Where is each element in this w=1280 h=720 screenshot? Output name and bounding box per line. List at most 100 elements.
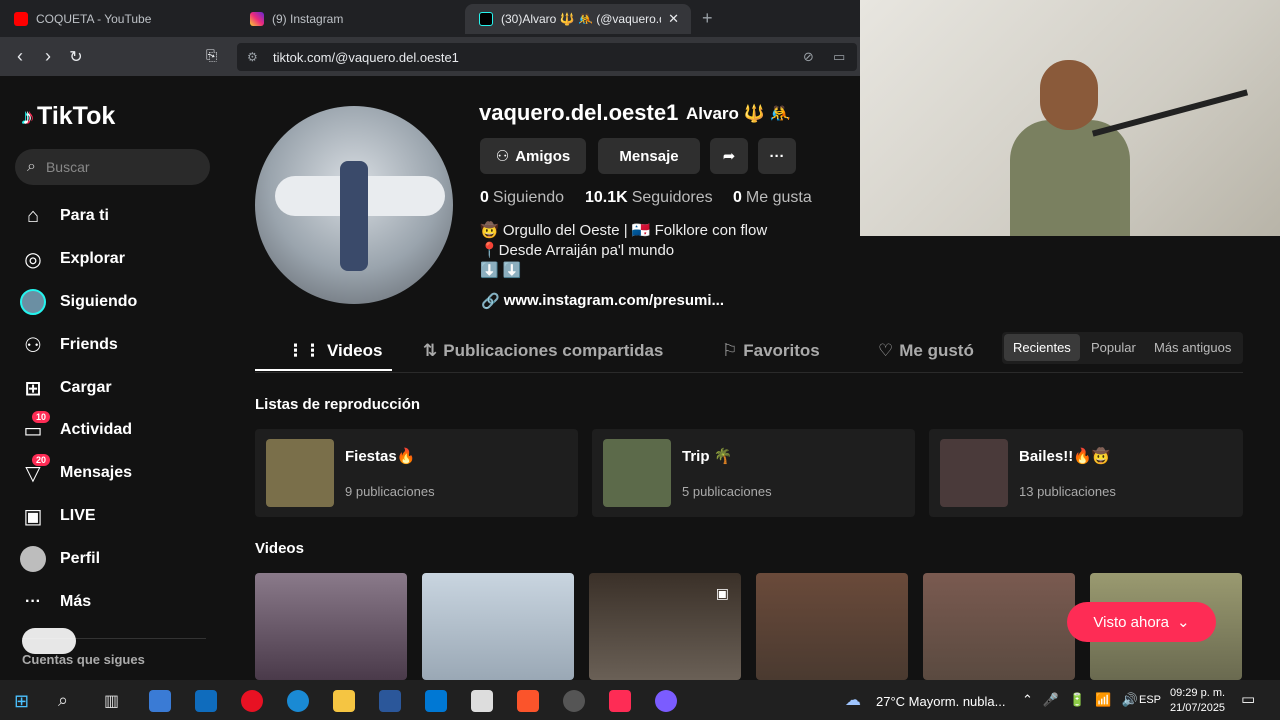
sidebar-item-label: Explorar — [60, 250, 125, 267]
obs-icon[interactable] — [563, 690, 585, 712]
activity-icon: ▭ 10 — [20, 411, 51, 443]
notifications-icon[interactable]: ▭ — [1241, 690, 1255, 708]
store-icon[interactable] — [149, 690, 171, 712]
url-text: tiktok.com/@vaquero.del.oeste1 — [273, 49, 459, 65]
tab-publicaciones-compartidas[interactable]: ⇅ Publicaciones compartidas — [423, 341, 663, 361]
sidebar-item-mensajes[interactable]: ▽ 20 Mensajes — [20, 454, 132, 486]
live-icon: ▣ — [23, 505, 43, 528]
link-text: www.instagram.com/presumi... — [503, 292, 725, 309]
sidebar-item-live[interactable]: ▣ LIVE — [20, 503, 96, 529]
sort-recientes[interactable]: Recientes — [1004, 334, 1080, 361]
video-thumbnail[interactable] — [923, 573, 1075, 680]
video-thumbnail[interactable] — [422, 573, 574, 680]
share-button[interactable]: ➦ — [710, 138, 748, 174]
brave-icon[interactable] — [517, 690, 539, 712]
followers-stat[interactable]: 10.1K Seguidores — [585, 189, 713, 207]
following-count: 0 — [480, 189, 489, 206]
following-label: Siguiendo — [492, 189, 565, 206]
playlist-card[interactable]: Fiestas🔥 9 publicaciones — [255, 429, 578, 517]
language-indicator[interactable]: ESP — [1139, 694, 1161, 706]
bio-line: ⬇️ ⬇️ — [480, 262, 522, 279]
liked-icon: ♡ — [878, 341, 894, 360]
search-icon[interactable]: ⌕ — [58, 690, 68, 711]
edge-icon[interactable] — [287, 690, 309, 712]
weather-text[interactable]: 27°C Mayorm. nubla... — [876, 694, 1005, 709]
webcam-overlay — [860, 0, 1280, 236]
link-icon: 🔗 — [481, 293, 500, 310]
tabs-divider — [255, 372, 1243, 373]
message-button[interactable]: Mensaje — [598, 138, 700, 174]
tab-tiktok[interactable]: (30)Alvaro 🔱 🤼 (@vaquero.del. ✕ — [465, 4, 691, 34]
playlist-card[interactable]: Bailes!!🔥🤠 13 publicaciones — [929, 429, 1243, 517]
tab-favoritos[interactable]: ⚐ Favoritos — [722, 341, 820, 361]
message-label: Mensaje — [619, 147, 679, 165]
compass-icon: ◎ — [24, 248, 42, 271]
profile-display-name: Alvaro 🔱 🤼 — [686, 104, 791, 123]
sidebar-item-mas[interactable]: ··· Más — [20, 589, 91, 615]
friends-button[interactable]: ⚇ Amigos — [480, 138, 586, 174]
bookmark-icon[interactable]: ⎘ — [206, 47, 217, 64]
tiktok-app-icon[interactable] — [609, 690, 631, 712]
sidebar-item-actividad[interactable]: ▭ 10 Actividad — [20, 411, 132, 443]
sidebar-item-label: Perfil — [60, 550, 101, 567]
bookmark-icon: ⚐ — [722, 341, 738, 360]
followers-count: 10.1K — [585, 189, 628, 206]
close-tab-icon[interactable]: ✕ — [668, 11, 679, 27]
following-stat[interactable]: 0 Siguiendo — [480, 189, 564, 207]
no-tracking-icon[interactable]: ⊘ — [803, 49, 814, 65]
capcut-icon[interactable] — [471, 690, 493, 712]
clock[interactable]: 09:29 p. m. 21/07/2025 — [1170, 686, 1225, 716]
back-icon[interactable]: ‹ — [6, 46, 34, 67]
tiktok-logo[interactable]: ♪ TikTok — [22, 102, 115, 131]
cast-icon[interactable]: ▭ — [833, 49, 845, 65]
new-tab-icon[interactable]: + — [702, 8, 713, 29]
sidebar-item-para-ti[interactable]: ⌂ Para ti — [20, 203, 109, 229]
following-accounts-heading: Cuentas que sigues — [22, 652, 145, 667]
more-icon: ··· — [769, 147, 785, 165]
floating-toggle-widget[interactable] — [22, 628, 76, 654]
sidebar-item-perfil[interactable]: Perfil — [20, 546, 100, 572]
file-explorer-icon[interactable] — [333, 690, 355, 712]
mail-icon[interactable] — [195, 690, 217, 712]
profile-avatar[interactable] — [255, 106, 453, 304]
visto-ahora-button[interactable]: Visto ahora ⌄ — [1067, 602, 1216, 642]
messenger-icon[interactable] — [655, 690, 677, 712]
tab-label: Favoritos — [743, 341, 820, 360]
sidebar-item-friends[interactable]: ⚇ Friends — [20, 332, 118, 358]
tab-me-gusto[interactable]: ♡ Me gustó — [878, 341, 974, 361]
word-icon[interactable] — [379, 690, 401, 712]
reload-icon[interactable]: ↻ — [62, 47, 90, 67]
tab-title: (9) Instagram — [272, 12, 344, 26]
sidebar-item-siguiendo[interactable]: Siguiendo — [20, 289, 137, 315]
outlook-icon[interactable] — [425, 690, 447, 712]
playlist-title: Fiestas🔥 — [345, 448, 416, 465]
system-tray-icons[interactable]: ⌃🎤🔋📶🔊 — [1022, 692, 1148, 708]
sort-mas-antiguos[interactable]: Más antiguos — [1145, 334, 1240, 361]
windows-start-icon[interactable]: ⊞ — [14, 691, 29, 712]
search-placeholder: Buscar — [45, 159, 90, 175]
playlist-card[interactable]: Trip 🌴 5 publicaciones — [592, 429, 915, 517]
task-view-icon[interactable]: ▥ — [104, 691, 119, 711]
forward-icon[interactable]: › — [34, 46, 62, 67]
profile-link[interactable]: 🔗 www.instagram.com/presumi... — [481, 292, 724, 310]
tab-instagram[interactable]: (9) Instagram — [236, 4, 462, 34]
sidebar-item-cargar[interactable]: ⊞ Cargar — [20, 375, 112, 401]
video-thumbnail[interactable]: ▣ — [589, 573, 741, 680]
tab-videos[interactable]: ⋮⋮ Videos — [287, 341, 382, 361]
sidebar-item-explorar[interactable]: ◎ Explorar — [20, 246, 125, 272]
upload-icon: ⊞ — [24, 377, 42, 400]
clock-time: 09:29 p. m. — [1170, 687, 1226, 699]
home-icon: ⌂ — [26, 204, 40, 227]
address-bar[interactable]: ⚙ tiktok.com/@vaquero.del.oeste1 ⊘ ▭ — [237, 43, 857, 71]
following-avatar-icon — [20, 289, 46, 315]
sort-popular[interactable]: Popular — [1082, 334, 1145, 361]
weather-icon: ☁ — [845, 692, 861, 709]
site-settings-icon[interactable]: ⚙ — [247, 50, 258, 64]
search-input[interactable]: ⌕ Buscar — [15, 149, 210, 185]
video-thumbnail[interactable] — [255, 573, 407, 680]
more-options-button[interactable]: ··· — [758, 138, 796, 174]
tab-youtube[interactable]: COQUETA - YouTube — [0, 4, 236, 34]
profile-avatar-icon — [20, 546, 46, 572]
record-icon[interactable] — [241, 690, 263, 712]
video-thumbnail[interactable] — [756, 573, 908, 680]
